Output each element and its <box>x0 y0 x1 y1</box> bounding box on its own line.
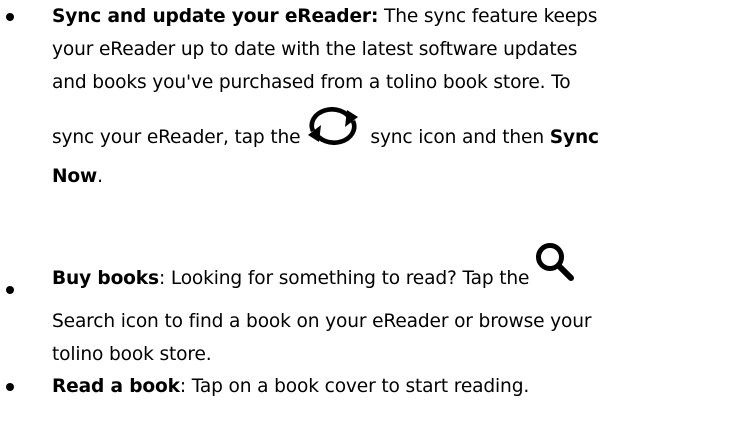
sync-title: Sync and update your eReader: <box>52 6 379 27</box>
sync-text-4b: sync icon and then <box>370 127 544 148</box>
read-line-1: Read a book: Tap on a book cover to star… <box>52 370 756 403</box>
sync-text-1: The sync feature keeps <box>384 6 598 27</box>
buy-line-3: tolino book store. <box>52 344 212 365</box>
bullet-icon <box>6 286 14 294</box>
bullet-icon <box>6 13 14 21</box>
read-text-1: : Tap on a book cover to start reading. <box>179 376 530 397</box>
buy-text-1: : Looking for something to read? Tap the <box>158 268 530 289</box>
search-icon <box>536 243 575 281</box>
sync-line-1: Sync and update your eReader: The sync f… <box>52 0 756 33</box>
sync-period: . <box>97 166 103 187</box>
list-item-buy: Buy books: Looking for something to read… <box>0 240 756 371</box>
bullet-icon <box>6 383 14 391</box>
sync-icon <box>308 107 359 145</box>
document-page: Sync and update your eReader: The sync f… <box>0 0 756 422</box>
sync-line-3: and books you've purchased from a tolino… <box>52 72 571 93</box>
sync-line-5: Now. <box>52 160 756 193</box>
sync-text-4a: sync your eReader, tap the <box>52 127 301 148</box>
buy-title: Buy books <box>52 268 159 289</box>
list-item-read: Read a book: Tap on a book cover to star… <box>0 370 756 403</box>
buy-line-2: Search icon to find a book on your eRead… <box>52 311 592 332</box>
buy-line-1: Buy books: Looking for something to read… <box>52 240 756 305</box>
sync-line-2: your eReader up to date with the latest … <box>52 39 578 60</box>
sync-now-part-1: Sync <box>549 127 599 148</box>
sync-now-part-2: Now <box>52 166 98 187</box>
list-item-sync: Sync and update your eReader: The sync f… <box>0 0 756 193</box>
read-title: Read a book <box>52 376 180 397</box>
sync-line-4: sync your eReader, tap the sync icon and… <box>52 107 756 160</box>
